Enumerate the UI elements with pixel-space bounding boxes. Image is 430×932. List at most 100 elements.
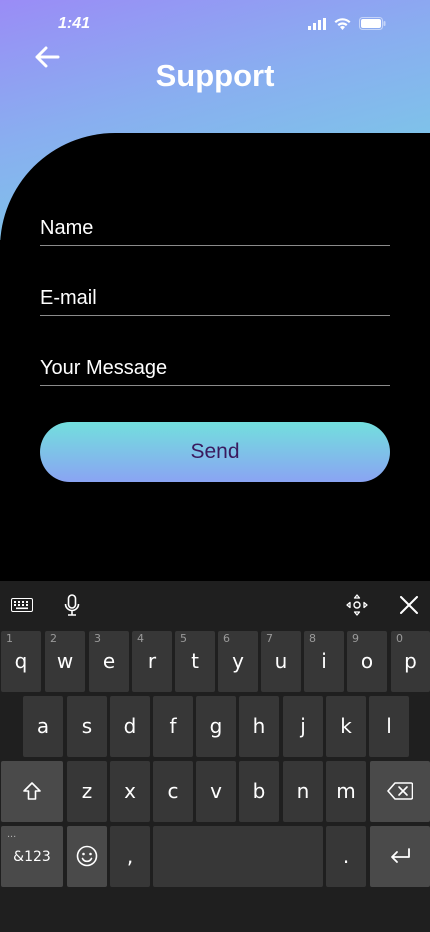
key-letter: v <box>210 779 222 803</box>
key-letter: c <box>167 779 179 803</box>
key-letter: f <box>169 714 177 738</box>
microphone-icon <box>64 594 80 616</box>
name-field-label: Name <box>40 217 94 239</box>
battery-icon <box>359 17 386 30</box>
shift-key[interactable] <box>1 761 63 822</box>
backspace-key[interactable] <box>370 761 430 822</box>
key-letter: e <box>102 649 116 673</box>
enter-key[interactable] <box>370 826 430 887</box>
on-screen-keyboard: 1q 2w 3e 4r 5t 6y 7u 8i 9o 0p a s d f g … <box>0 581 430 932</box>
key-number: 0 <box>396 632 403 645</box>
name-field[interactable]: Name <box>40 205 390 246</box>
email-field[interactable]: E-mail <box>40 275 390 316</box>
key-letter: . <box>342 844 350 868</box>
message-field[interactable]: Your Message <box>40 345 390 386</box>
enter-icon <box>391 848 410 863</box>
key-d[interactable]: d <box>110 696 150 757</box>
key-number: 5 <box>180 632 187 645</box>
key-l[interactable]: l <box>369 696 409 757</box>
key-letter: p <box>404 649 417 673</box>
key-n[interactable]: n <box>283 761 323 822</box>
send-button-label: Send <box>190 440 240 463</box>
period-key[interactable]: . <box>326 826 366 887</box>
message-field-label: Your Message <box>40 357 168 379</box>
key-m[interactable]: m <box>326 761 366 822</box>
emoji-icon <box>76 845 98 867</box>
key-letter: m <box>336 779 356 803</box>
key-o[interactable]: 9o <box>347 631 387 692</box>
dictation-button[interactable] <box>58 591 86 619</box>
key-letter: b <box>252 779 266 803</box>
cursor-move-button[interactable] <box>343 591 371 619</box>
emoji-key[interactable] <box>67 826 107 887</box>
move-cursor-icon <box>346 594 368 616</box>
keyboard-icon <box>11 598 33 612</box>
key-b[interactable]: b <box>239 761 279 822</box>
key-letter: o <box>360 649 374 673</box>
key-letter: l <box>386 714 392 738</box>
key-letter: , <box>126 844 134 868</box>
key-u[interactable]: 7u <box>261 631 301 692</box>
key-k[interactable]: k <box>326 696 366 757</box>
key-h[interactable]: h <box>239 696 279 757</box>
key-q[interactable]: 1q <box>1 631 41 692</box>
keyboard-toolbar <box>0 581 430 627</box>
key-letter: d <box>123 714 137 738</box>
key-letter: i <box>321 649 327 673</box>
status-icons <box>308 17 386 30</box>
key-number: 6 <box>223 632 230 645</box>
key-letter: u <box>274 649 288 673</box>
key-j[interactable]: j <box>283 696 323 757</box>
key-number: 4 <box>137 632 144 645</box>
key-s[interactable]: s <box>67 696 107 757</box>
key-w[interactable]: 2w <box>45 631 85 692</box>
key-number: 9 <box>352 632 359 645</box>
symbols-hint: ... <box>7 828 17 840</box>
key-a[interactable]: a <box>23 696 63 757</box>
signal-icon <box>308 17 326 30</box>
key-number: 3 <box>94 632 101 645</box>
key-r[interactable]: 4r <box>132 631 172 692</box>
shift-icon <box>23 782 41 800</box>
key-letter: k <box>340 714 352 738</box>
page-title: Support <box>155 58 275 93</box>
key-number: 8 <box>309 632 316 645</box>
key-letter: s <box>81 714 93 738</box>
send-button[interactable]: Send <box>40 422 390 482</box>
key-letter: r <box>147 649 157 673</box>
key-letter: w <box>56 649 74 673</box>
comma-key[interactable]: , <box>110 826 150 887</box>
key-number: 2 <box>50 632 57 645</box>
space-key[interactable] <box>153 826 323 887</box>
close-keyboard-button[interactable] <box>395 591 423 619</box>
key-g[interactable]: g <box>196 696 236 757</box>
wifi-icon <box>334 17 351 30</box>
key-letter: x <box>124 779 136 803</box>
key-letter: z <box>81 779 93 803</box>
key-letter: h <box>252 714 266 738</box>
symbols-label: &123 <box>13 849 51 865</box>
key-letter: a <box>36 714 50 738</box>
keyboard-layout-button[interactable] <box>8 591 36 619</box>
email-field-label: E-mail <box>40 287 97 309</box>
status-time: 1:41 <box>58 15 91 32</box>
key-letter: q <box>14 649 28 673</box>
backspace-icon <box>387 782 413 800</box>
key-x[interactable]: x <box>110 761 150 822</box>
key-letter: j <box>300 714 306 738</box>
symbols-key[interactable]: ... &123 <box>1 826 63 887</box>
key-letter: n <box>296 779 310 803</box>
key-z[interactable]: z <box>67 761 107 822</box>
key-y[interactable]: 6y <box>218 631 258 692</box>
key-number: 7 <box>266 632 273 645</box>
key-t[interactable]: 5t <box>175 631 215 692</box>
key-e[interactable]: 3e <box>89 631 129 692</box>
key-letter: t <box>191 649 199 673</box>
key-i[interactable]: 8i <box>304 631 344 692</box>
status-bar: 1:41 <box>0 0 430 48</box>
key-c[interactable]: c <box>153 761 193 822</box>
key-v[interactable]: v <box>196 761 236 822</box>
key-f[interactable]: f <box>153 696 193 757</box>
key-p[interactable]: 0p <box>391 631 430 692</box>
key-letter: g <box>209 714 223 738</box>
